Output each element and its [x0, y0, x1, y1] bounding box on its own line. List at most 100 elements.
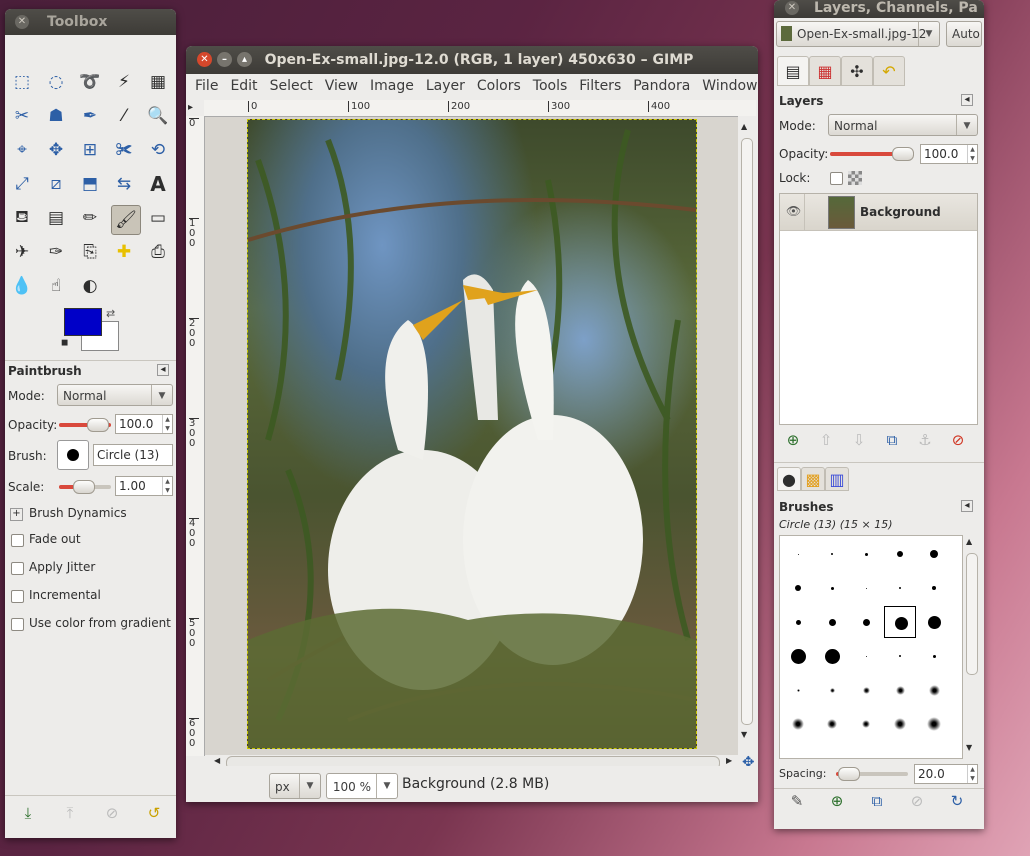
quick-mask-icon[interactable]: ▸ — [188, 102, 193, 113]
brush-name-field[interactable]: Circle (13) — [93, 444, 173, 466]
brush-cell[interactable] — [884, 606, 916, 638]
brush-cell[interactable] — [782, 572, 814, 604]
menu-filters[interactable]: Filters — [573, 74, 627, 98]
brush-cell[interactable] — [782, 640, 814, 672]
tab-patterns[interactable]: ▩ — [801, 467, 825, 491]
minimize-icon[interactable]: – — [217, 52, 232, 67]
layer-opacity-spinner[interactable]: 100.0 ▲ ▼ — [920, 144, 978, 164]
close-icon[interactable]: ✕ — [15, 15, 29, 29]
move-tool[interactable]: ✥ — [43, 137, 69, 163]
menu-tools[interactable]: Tools — [527, 74, 574, 98]
rect-select-tool[interactable]: ⬚ — [9, 69, 35, 95]
spacing-slider[interactable] — [836, 767, 908, 781]
vertical-ruler[interactable]: 0 100 200 300 400 500 600 — [186, 116, 205, 756]
auto-button[interactable]: Auto — [946, 21, 982, 47]
menu-edit[interactable]: Edit — [224, 74, 263, 98]
brush-cell[interactable] — [816, 606, 848, 638]
flip-tool[interactable]: ⇆ — [111, 171, 137, 197]
spacing-spinner[interactable]: 20.0 ▲ ▼ — [914, 764, 978, 784]
pencil-tool[interactable]: ✏ — [77, 205, 103, 231]
brush-cell[interactable] — [884, 640, 916, 672]
close-icon[interactable]: ✕ — [785, 1, 799, 15]
tab-brushes[interactable]: ● — [777, 467, 801, 491]
menu-colors[interactable]: Colors — [471, 74, 527, 98]
checkbox-use-color-from-gradient[interactable] — [11, 618, 24, 631]
menu-image[interactable]: Image — [364, 74, 420, 98]
color-picker-tool[interactable]: ⁄ — [111, 103, 137, 129]
eye-icon[interactable]: 👁 — [786, 204, 801, 218]
shear-tool[interactable]: ⧄ — [43, 171, 69, 197]
refresh-brushes-icon[interactable]: ↻ — [946, 790, 968, 812]
measure-tool[interactable]: ⌖ — [9, 137, 35, 163]
brush-cell[interactable] — [850, 606, 882, 638]
brush-scroll-thumb[interactable] — [966, 553, 978, 675]
scale-slider[interactable] — [59, 480, 111, 494]
paintbrush-tool[interactable]: 🖌 — [111, 205, 141, 235]
zoom-tool[interactable]: 🔍 — [145, 103, 171, 129]
edit-brush-icon[interactable]: ✎ — [786, 790, 808, 812]
brush-cell[interactable] — [816, 572, 848, 604]
brush-dynamics-expander[interactable]: Brush Dynamics — [29, 506, 127, 520]
brush-cell[interactable] — [782, 606, 814, 638]
checkbox-fade-out[interactable] — [11, 534, 24, 547]
menu-layer[interactable]: Layer — [420, 74, 471, 98]
crop-tool[interactable]: ✀ — [111, 137, 137, 163]
unit-dropdown[interactable]: px ▼ — [269, 773, 321, 799]
tab-paths[interactable]: ✣ — [841, 56, 873, 86]
lock-alpha-icon[interactable] — [848, 171, 862, 185]
paths-tool[interactable]: ✒ — [77, 103, 103, 129]
scissors-select-tool[interactable]: ✂ — [9, 103, 35, 129]
brush-cell[interactable] — [884, 708, 916, 740]
bucket-fill-tool[interactable]: ⛾ — [9, 205, 35, 231]
brush-cell[interactable] — [850, 640, 882, 672]
scale-tool[interactable]: ⤢ — [9, 171, 35, 197]
brush-cell[interactable] — [918, 674, 950, 706]
foreground-color-swatch[interactable] — [64, 308, 102, 336]
brush-cell[interactable] — [850, 708, 882, 740]
panel-menu-icon[interactable]: ◂ — [961, 500, 973, 512]
fuzzy-select-tool[interactable]: ⚡ — [111, 69, 137, 95]
brush-cell[interactable] — [782, 708, 814, 740]
layer-opacity-slider[interactable] — [830, 147, 914, 161]
ellipse-select-tool[interactable]: ◌ — [43, 69, 69, 95]
tab-gradients[interactable]: ▥ — [825, 467, 849, 491]
layers-list[interactable]: 👁 Background — [779, 193, 978, 425]
duplicate-layer-icon[interactable]: ⧉ — [881, 429, 903, 451]
vertical-scroll-thumb[interactable] — [741, 138, 753, 725]
brush-cell[interactable] — [884, 538, 916, 570]
brush-cell[interactable] — [816, 538, 848, 570]
layer-mode-dropdown[interactable]: Normal ▼ — [828, 114, 978, 136]
layer-row[interactable]: 👁 Background — [780, 194, 977, 231]
smudge-tool[interactable]: ☝ — [43, 273, 69, 299]
tab-undo[interactable]: ↶ — [873, 56, 905, 86]
brush-scrollbar[interactable]: ▲ ▼ — [964, 535, 978, 757]
brush-cell[interactable] — [884, 674, 916, 706]
opacity-spinner[interactable]: 100.0 ▲ ▼ — [115, 414, 173, 434]
zoom-dropdown[interactable]: 100 % ▼ — [326, 773, 398, 799]
brush-cell[interactable] — [816, 708, 848, 740]
rotate-tool[interactable]: ⟲ — [145, 137, 171, 163]
clone-tool[interactable]: ⎘ — [77, 239, 103, 265]
blur-tool[interactable]: 💧 — [9, 273, 35, 299]
swap-colors-icon[interactable]: ⇄ — [106, 307, 115, 320]
brush-grid[interactable] — [779, 535, 963, 759]
brush-cell[interactable] — [918, 538, 950, 570]
brush-cell[interactable] — [850, 538, 882, 570]
perspective-tool[interactable]: ⬒ — [77, 171, 103, 197]
perspective-clone-tool[interactable]: ⎙ — [145, 239, 171, 265]
tab-channels[interactable]: ▦ — [809, 56, 841, 86]
checkbox-apply-jitter[interactable] — [11, 562, 24, 575]
airbrush-tool[interactable]: ✈ — [9, 239, 35, 265]
ink-tool[interactable]: ✑ — [43, 239, 69, 265]
lock-pixels-checkbox[interactable] — [830, 172, 843, 185]
scale-spinner[interactable]: 1.00 ▲ ▼ — [115, 476, 173, 496]
brush-cell[interactable] — [918, 708, 950, 740]
menu-windows[interactable]: Windows — [696, 74, 758, 98]
brush-cell[interactable] — [782, 538, 814, 570]
menu-view[interactable]: View — [319, 74, 364, 98]
brush-cell[interactable] — [816, 674, 848, 706]
dodge-burn-tool[interactable]: ◐ — [77, 273, 103, 299]
free-select-tool[interactable]: ➰ — [77, 69, 103, 95]
photo-herons[interactable] — [247, 119, 697, 749]
new-layer-icon[interactable]: ⊕ — [782, 429, 804, 451]
